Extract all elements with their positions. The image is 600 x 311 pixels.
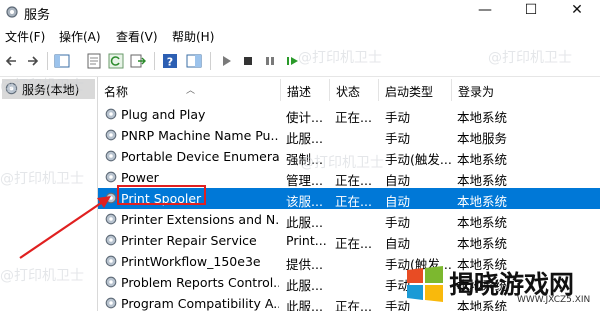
service-status: 正在... [335,173,372,188]
service-name: Portable Device Enumera... [121,149,279,164]
logo-url: WWW.JXCZ5.XIN [517,295,591,305]
service-startup-type: 自动 [385,194,411,209]
service-row[interactable]: PNRP Machine Name Pu... 此服... 手动 本地服务 [98,125,600,146]
service-gear-icon [105,297,117,309]
toolbar-separator [210,52,211,70]
service-name: Power [121,170,159,185]
service-row[interactable]: Printer Extensions and N... 此服... 手动 本地系统 [98,209,600,230]
service-description: Print... [286,233,327,248]
service-gear-icon [105,255,117,267]
service-logon-as: 本地系统 [457,194,508,209]
column-label: 状态 [336,85,361,99]
service-gear-icon [105,150,117,162]
service-name: Problem Reports Control... [121,275,279,290]
watermark: @打印机卫士 [488,50,572,66]
service-name: PNRP Machine Name Pu... [121,128,279,143]
column-header-description[interactable]: 描述 [281,79,330,101]
service-startup-type: 自动 [385,173,411,188]
back-arrow-icon[interactable] [4,53,20,69]
window-title: 服务 [24,8,51,23]
service-description: 此服... [286,299,323,311]
service-status: 正在... [335,110,372,125]
service-name: Plug and Play [121,107,206,122]
service-gear-icon [105,192,117,204]
watermark: @打印机卫士 [0,78,84,94]
service-description: 该服... [286,194,323,209]
service-logon-as: 本地系统 [457,173,508,188]
service-startup-type: 手动 [385,110,411,125]
maximize-button[interactable]: ☐ [508,0,554,22]
minimize-button[interactable]: — [462,0,508,22]
sort-ascending-icon: ︿ [186,86,196,96]
highlight-box [117,185,206,205]
forward-arrow-icon[interactable] [24,53,40,69]
service-row[interactable]: Printer Repair Service Print... 正在... 自动 本地系… [98,230,600,251]
watermark: @打印机卫士 [0,268,84,284]
service-name: PrintWorkflow_150e3e [121,254,261,269]
show-hide-pane-icon[interactable] [186,53,202,69]
column-label: 登录为 [458,85,495,99]
service-description: 使计... [286,110,323,125]
export-list-icon[interactable] [130,53,146,69]
column-label: 名称 [104,85,129,99]
console-tree-icon[interactable] [54,53,70,69]
service-gear-icon [105,171,117,183]
service-description: 此服... [286,131,323,146]
service-startup-type: 手动 [385,131,411,146]
title-bar: 服务 — ☐ ✕ [0,0,600,26]
service-status: 正在... [335,236,372,251]
menu-bar: 文件(F) 操作(A) 查看(V) 帮助(H) [0,26,600,46]
windows-logo-icon [407,266,443,302]
service-logon-as: 本地服务 [457,131,508,146]
properties-icon[interactable] [86,53,102,69]
menu-file[interactable]: 文件(F) [5,28,45,45]
service-status: 正在... [335,299,372,311]
service-name: Printer Repair Service [121,233,257,248]
service-name: Program Compatibility A... [121,296,279,311]
service-logon-as: 本地系统 [457,236,508,251]
service-description: 提供... [286,257,323,272]
help-icon[interactable]: ? [162,53,178,69]
pause-service-icon[interactable] [262,53,278,69]
service-description: 此服... [286,215,323,230]
service-name: Printer Extensions and N... [121,212,279,227]
watermark: @打印机卫士 [300,155,384,171]
services-gear-icon [6,6,18,18]
service-gear-icon [105,108,117,120]
service-logon-as: 本地系统 [457,215,508,230]
service-row[interactable]: Plug and Play 使计... 正在... 手动 本地系统 [98,104,600,125]
column-label: 描述 [287,85,312,99]
service-logon-as: 本地系统 [457,152,508,167]
column-header-status[interactable]: 状态 [330,79,379,101]
service-status: 正在... [335,194,372,209]
stop-service-icon[interactable] [240,53,256,69]
service-description: 管理... [286,173,323,188]
column-header-startup-type[interactable]: 启动类型 [379,79,452,101]
site-logo: 揭晓游戏网 WWW.JXCZ5.XIN [405,262,597,308]
service-gear-icon [105,234,117,246]
menu-help[interactable]: 帮助(H) [172,28,214,45]
menu-action[interactable]: 操作(A) [59,28,101,45]
column-label: 启动类型 [385,85,434,99]
start-service-icon[interactable] [218,53,234,69]
service-description: 此服... [286,278,323,293]
service-gear-icon [105,276,117,288]
close-button[interactable]: ✕ [554,0,600,22]
column-header-logon-as[interactable]: 登录为 [452,79,600,101]
service-startup-type: 手动 [385,215,411,230]
service-logon-as: 本地系统 [457,110,508,125]
service-startup-type: 自动 [385,236,411,251]
refresh-icon[interactable] [108,53,124,69]
service-gear-icon [105,129,117,141]
service-startup-type: 手动(触发... [385,152,452,167]
svg-text:?: ? [167,56,173,69]
menu-view[interactable]: 查看(V) [116,28,158,45]
toolbar-separator [154,52,155,70]
watermark: @打印机卫士 [298,50,382,66]
service-gear-icon [105,213,117,225]
watermark: @打印机卫士 [0,171,84,187]
toolbar-separator [47,52,48,70]
column-header-name[interactable]: 名称 ︿ [98,79,281,101]
